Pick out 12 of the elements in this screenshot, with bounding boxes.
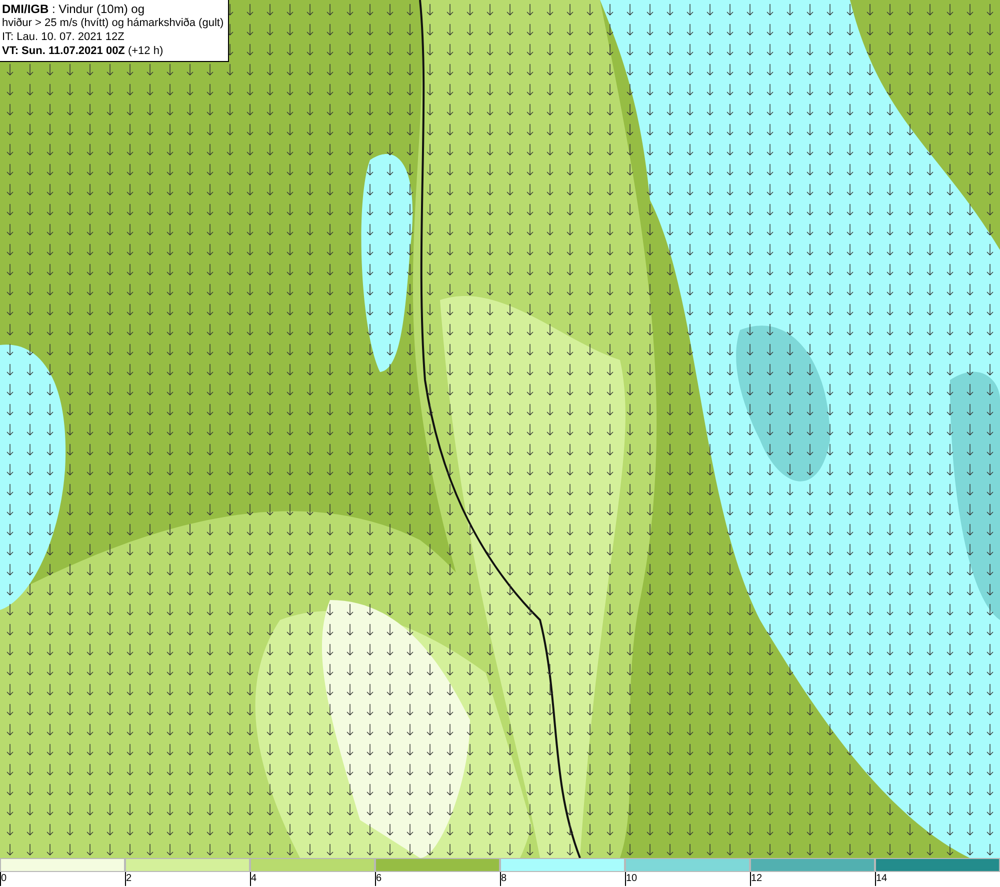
info-text: hviður > 25 m/s (hvítt) og hámarkshviða (gult) bbox=[2, 16, 224, 30]
legend-tick-label: 2 bbox=[125, 872, 132, 886]
info-text: DMI/IGB : Vindur (10m) og bbox=[2, 2, 146, 16]
legend-tick-label: 12 bbox=[750, 872, 762, 886]
legend-tick-label: 14 bbox=[875, 872, 888, 886]
legend-tick-label: 8 bbox=[500, 872, 507, 886]
legend-tick-label: 6 bbox=[375, 872, 382, 886]
legend-tick-label: 10 bbox=[625, 872, 638, 886]
info-text: IT: Lau. 10. 07. 2021 12Z bbox=[2, 30, 126, 44]
legend-tick-label: 0 bbox=[0, 872, 7, 886]
info-text: VT: Sun. 11.07.2021 00Z (+12 h) bbox=[2, 44, 164, 58]
legend-tick-label: 4 bbox=[250, 872, 257, 886]
